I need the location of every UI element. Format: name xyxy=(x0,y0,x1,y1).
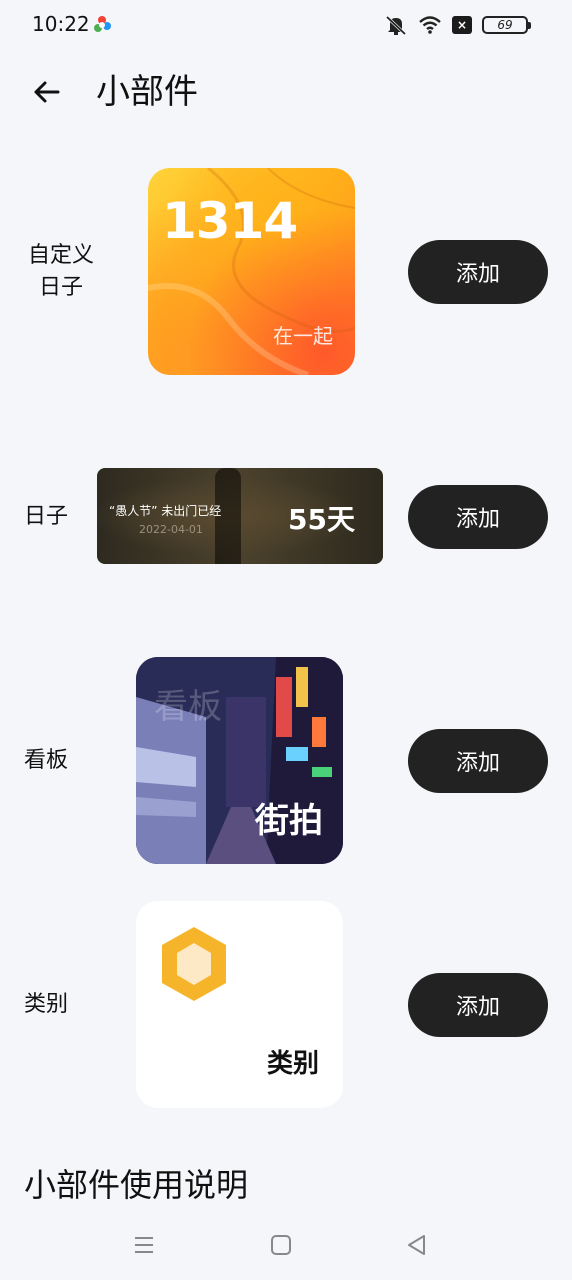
wifi-icon xyxy=(419,16,441,34)
add-button-category[interactable]: 添加 xyxy=(408,973,548,1037)
add-button-day[interactable]: 添加 xyxy=(408,485,548,549)
hexagon-icon xyxy=(162,927,226,1001)
widget-caption: 在一起 xyxy=(273,324,333,348)
widget-event-date: 2022-04-01 xyxy=(139,523,203,536)
back-triangle-icon[interactable] xyxy=(404,1232,430,1258)
widget-label-day: 日子 xyxy=(24,504,69,529)
back-button[interactable] xyxy=(24,70,68,114)
widget-event-text: “愚人节” 未出门已经 xyxy=(109,504,222,518)
add-button-custom-day[interactable]: 添加 xyxy=(408,240,548,304)
widget-label-board: 看板 xyxy=(24,748,69,773)
page-title: 小部件 xyxy=(96,72,198,112)
battery-indicator: 69 xyxy=(482,16,531,34)
widget-caption: 类别 xyxy=(266,1049,319,1079)
widget-ghost-text: 看板 xyxy=(154,687,222,727)
widget-day-count: 55天 xyxy=(288,503,355,536)
menu-icon[interactable] xyxy=(131,1232,157,1258)
widget-label-custom-day: 自定义 日子 xyxy=(27,243,94,300)
colorful-pinwheel-icon xyxy=(94,16,111,32)
status-time: 10:22 xyxy=(32,12,90,36)
arrow-left-icon xyxy=(34,81,60,103)
widget-preview-category: 类别 xyxy=(136,901,343,1108)
widget-number: 1314 xyxy=(162,192,298,250)
widget-label-category: 类别 xyxy=(24,992,69,1017)
usage-instructions-title[interactable]: 小部件使用说明 xyxy=(24,1160,248,1206)
mute-icon xyxy=(385,15,407,36)
notification-x-icon: × xyxy=(452,16,472,34)
home-square-icon[interactable] xyxy=(268,1232,294,1258)
status-icons: × 69 xyxy=(384,14,531,36)
widget-preview-day: “愚人节” 未出门已经 2022-04-01 55天 xyxy=(97,468,383,564)
widget-caption: 街拍 xyxy=(255,801,323,841)
add-button-board[interactable]: 添加 xyxy=(408,729,548,793)
widget-preview-board: 看板 街拍 xyxy=(136,657,343,864)
widget-preview-custom-day: 1314 在一起 xyxy=(148,168,355,375)
